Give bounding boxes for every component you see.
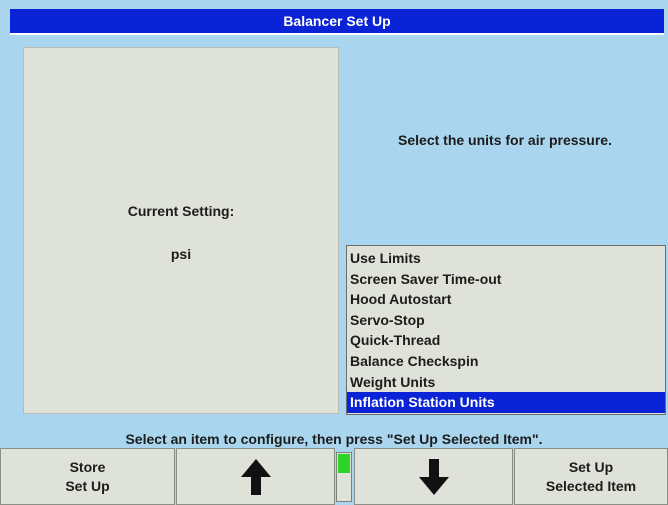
arrow-up-icon: [240, 458, 271, 495]
status-bar-text: Select an item to configure, then press …: [125, 431, 543, 447]
balancer-setup-screen: Balancer Set Up Current Setting: psi Sel…: [0, 0, 668, 505]
instruction-text: Select the units for air pressure.: [398, 132, 612, 148]
scroll-indicator-fill: [338, 454, 350, 473]
setup-selected-item-button[interactable]: Set Up Selected Item: [514, 448, 668, 505]
arrow-down-icon: [418, 458, 449, 495]
list-item-hood-autostart[interactable]: Hood Autostart: [347, 289, 665, 310]
scroll-down-button[interactable]: [354, 448, 513, 505]
current-setting-value: psi: [170, 246, 192, 262]
scroll-up-button[interactable]: [176, 448, 335, 505]
window-title: Balancer Set Up: [10, 9, 664, 35]
setup-selected-item-label: Set Up Selected Item: [545, 458, 637, 494]
list-item-use-limits[interactable]: Use Limits: [347, 248, 665, 269]
list-item-servo-stop[interactable]: Servo-Stop: [347, 310, 665, 331]
list-item-inflation-station-units[interactable]: Inflation Station Units: [347, 392, 665, 413]
current-setting-label: Current Setting:: [127, 203, 235, 219]
store-setup-button[interactable]: Store Set Up: [0, 448, 175, 505]
list-item-weight-units[interactable]: Weight Units: [347, 372, 665, 393]
current-setting-panel: Current Setting: psi: [23, 47, 339, 414]
scroll-position-indicator: [336, 452, 352, 502]
store-setup-label: Store Set Up: [65, 458, 110, 494]
list-item-quick-thread[interactable]: Quick-Thread: [347, 330, 665, 351]
list-item-balance-checkspin[interactable]: Balance Checkspin: [347, 351, 665, 372]
setup-items-list[interactable]: Use Limits Screen Saver Time-out Hood Au…: [346, 245, 666, 415]
list-item-screen-saver-timeout[interactable]: Screen Saver Time-out: [347, 269, 665, 290]
